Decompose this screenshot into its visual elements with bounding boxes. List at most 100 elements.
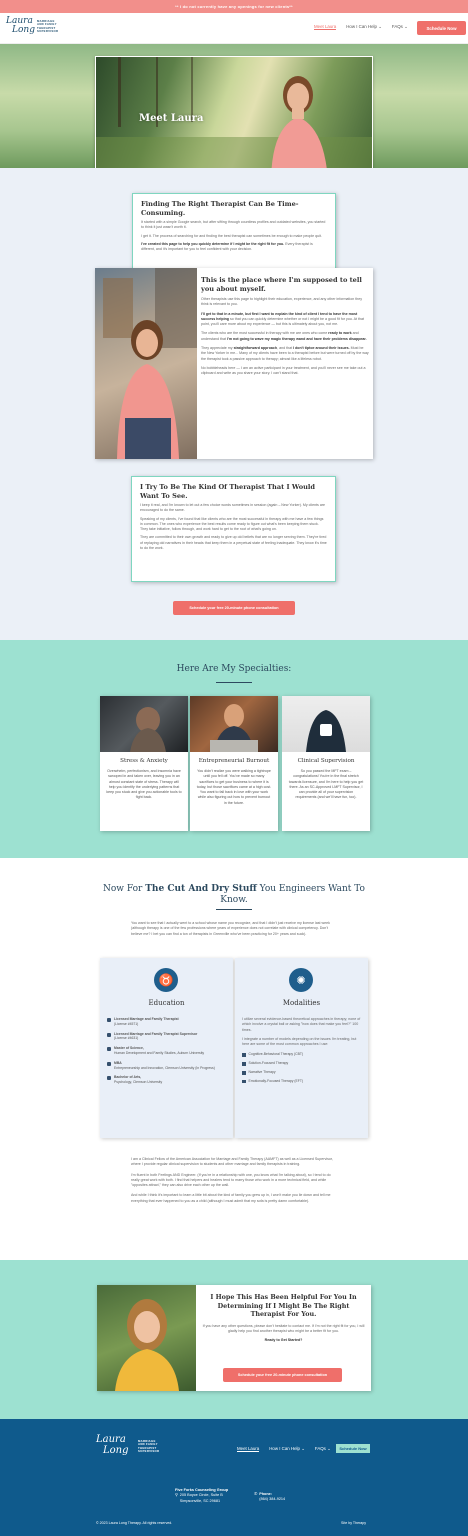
- finding-therapist-p3: I've created this page to help you quick…: [141, 242, 327, 253]
- announcement-bar: ** I do not currently have any openings …: [0, 0, 468, 13]
- site-header: Laura Long MARRIAGE AND FAMILY THERAPIST…: [0, 13, 468, 44]
- nav-faqs[interactable]: FAQs ⌄: [392, 24, 408, 30]
- about-myself-card: This is the place where I'm supposed to …: [95, 268, 373, 459]
- chevron-down-icon: ⌄: [378, 24, 382, 29]
- footer-phone: ✆ Phone: (864) 384-9214: [254, 1492, 285, 1503]
- nav-help-label: How I Can Help: [346, 24, 377, 29]
- specialties-title-divider: [216, 682, 252, 683]
- education-item: Bachelor of Arts, Psychology, Clemson Uni…: [107, 1075, 228, 1085]
- nav-how-i-can-help[interactable]: How I Can Help ⌄: [346, 24, 382, 30]
- hero-photo-illustration: [96, 57, 372, 178]
- footer-logo-name-last: Long: [103, 1445, 129, 1456]
- education-item-detail: Psychology, Clemson University: [114, 1080, 163, 1085]
- burnout-photo-illustration: [210, 704, 258, 752]
- footer-phone-number[interactable]: (864) 384-9214: [259, 1497, 285, 1502]
- finding-therapist-p2: I get it. The process of searching for a…: [141, 233, 322, 238]
- credentials-p3: And while I think it's important to lear…: [131, 1193, 331, 1203]
- modality-label: Emotionally-Focused Therapy (EFT): [248, 1078, 304, 1083]
- checkbox-icon: [242, 1071, 246, 1075]
- cut-dry-title-bold: The Cut And Dry Stuff: [145, 884, 257, 894]
- modalities-p2: I integrate a number of models depending…: [242, 1036, 357, 1047]
- finding-therapist-card: Finding The Right Therapist Can Be Time-…: [132, 193, 336, 280]
- specialties-title: Here Are My Specialties:: [176, 664, 292, 674]
- education-item: Master of Science, Human Development and …: [107, 1046, 228, 1056]
- cut-dry-divider: [216, 909, 252, 910]
- kind-p1: I keep it real, and I'm known to let out…: [140, 503, 326, 513]
- cut-dry-title: Now For The Cut And Dry Stuff You Engine…: [100, 884, 368, 906]
- schedule-consultation-button[interactable]: Schedule your free 20-minute phone consu…: [173, 601, 295, 615]
- logo-name-first: Laura: [6, 16, 33, 26]
- specialty-title: Stress & Anxiety: [120, 758, 168, 764]
- footer-credit[interactable]: Site by Therapy: [341, 1521, 366, 1525]
- finding-therapist-p1: It started with a simple Google search, …: [141, 220, 326, 230]
- specialty-card-burnout[interactable]: Entrepreneurial Burnout You didn't reali…: [190, 696, 278, 831]
- laura-portrait-photo: [95, 268, 197, 459]
- modalities-title: Modalities: [282, 999, 321, 1007]
- education-item: MBA Entrepreneurship and Innovation, Clem…: [107, 1061, 228, 1071]
- modality-item: Cognitive-Behavioral Therapy (CBT): [242, 1052, 363, 1057]
- kind-p3: They are committed to their own growth a…: [140, 535, 327, 551]
- education-item-detail: Human Development and Family Studies, Au…: [114, 1050, 205, 1055]
- nav-meet-laura[interactable]: Meet Laura: [314, 24, 337, 30]
- chevron-down-icon: ⌄: [301, 1446, 305, 1451]
- footer-logo-name-first: Laura: [96, 1434, 126, 1445]
- footer-nav-meet[interactable]: Meet Laura: [237, 1446, 260, 1452]
- nav-faqs-label: FAQs: [391, 24, 403, 29]
- education-title: Education: [148, 999, 185, 1007]
- about-p4-a: They appreciate my: [201, 346, 233, 351]
- nav-meet-label: Meet Laura: [314, 24, 337, 29]
- final-cta-text: If you have any other questions, please …: [202, 1323, 365, 1334]
- final-schedule-button[interactable]: Schedule your free 20-minute phone consu…: [223, 1368, 342, 1382]
- graduation-icon: [107, 1047, 111, 1052]
- footer-nav-faqs[interactable]: FAQs ⌄: [315, 1446, 331, 1452]
- graduation-cap-icon: ♉: [154, 968, 178, 992]
- hero-photo: Meet Laura: [95, 56, 373, 179]
- footer-nav-faqs-label: FAQs: [314, 1446, 326, 1451]
- checkbox-icon: [242, 1062, 246, 1066]
- site-logo[interactable]: Laura Long MARRIAGE AND FAMILY THERAPIST…: [6, 16, 66, 42]
- about-p4-d: I don't tiptoe around their issues.: [293, 346, 350, 351]
- about-p1: Other therapists use this page to highli…: [201, 297, 363, 307]
- education-item-title: Licensed Marriage and Family Therapist S…: [114, 1031, 198, 1036]
- checkbox-icon: [242, 1079, 246, 1084]
- certificate-icon: [107, 1018, 111, 1022]
- modalities-column: ✺ Modalities I utilize several evidence-…: [235, 958, 368, 1138]
- about-p2: I'll get to that in a minute, but first …: [201, 312, 369, 328]
- modality-label: Solution-Focused Therapy: [248, 1061, 289, 1066]
- supervision-photo-illustration: [306, 710, 346, 752]
- education-item-detail: (License #4631): [114, 1036, 139, 1041]
- footer-logo-subtitle-line: SUPERVISOR: [138, 1449, 160, 1454]
- about-p5: No bobbleheads here — I am an active par…: [201, 365, 366, 376]
- education-column: ♉ Education Licensed Marriage and Family…: [100, 958, 233, 1138]
- location-pin-icon: ⚲: [175, 1493, 178, 1498]
- footer-nav-help[interactable]: How I Can Help ⌄: [269, 1446, 305, 1452]
- education-item-title: MBA: [114, 1060, 122, 1065]
- specialty-card-supervision[interactable]: Clinical Supervision So you passed the M…: [282, 696, 370, 831]
- education-item-detail: (License #4571): [114, 1021, 139, 1026]
- footer-copyright: © 2023 Laura Long Therapy. All rights re…: [96, 1521, 173, 1525]
- cut-dry-title-pre: Now For: [103, 884, 143, 894]
- footer-address: Five Forks Counseling Group ⚲ 205 Boyce C…: [175, 1488, 228, 1504]
- schedule-now-button[interactable]: Schedule Now: [417, 21, 466, 35]
- credentials-p1: I am a Clinical Fellow of the American A…: [131, 1157, 333, 1167]
- hero-title: Meet Laura: [139, 113, 204, 124]
- footer-schedule-button[interactable]: Schedule Now: [336, 1444, 370, 1453]
- education-item-detail: Entrepreneurship and Innovation, Clemson…: [114, 1065, 215, 1070]
- ready-to-start-label: Ready to Get Started?: [264, 1338, 303, 1343]
- modality-label: Narrative Therapy: [248, 1070, 276, 1075]
- kind-of-therapist-title: I Try To Be The Kind Of Therapist That I…: [140, 483, 315, 500]
- modality-item: Emotionally-Focused Therapy (EFT): [242, 1079, 363, 1084]
- education-item-title: Master of Science,: [114, 1046, 144, 1051]
- final-cta-title: I Hope This Has Been Helpful For You In …: [210, 1293, 357, 1319]
- certificate-icon: [107, 1032, 111, 1037]
- specialty-text: So you passed the MFT exam – congratulat…: [288, 769, 364, 800]
- checkbox-icon: [242, 1053, 246, 1057]
- specialty-card-stress[interactable]: Stress & Anxiety Overwhelm, perfectionis…: [100, 696, 188, 831]
- about-p4-c: , and that: [277, 346, 293, 351]
- graduation-icon: [107, 1061, 111, 1066]
- kind-p2: Speaking of my clients, I've found that …: [140, 516, 324, 532]
- specialty-title: Entrepreneurial Burnout: [198, 758, 270, 764]
- footer-logo[interactable]: Laura Long MARRIAGE AND FAMILY THERAPIST…: [96, 1435, 176, 1461]
- logo-name-last: Long: [12, 25, 35, 35]
- about-p4-b: straightforward approach: [233, 346, 278, 351]
